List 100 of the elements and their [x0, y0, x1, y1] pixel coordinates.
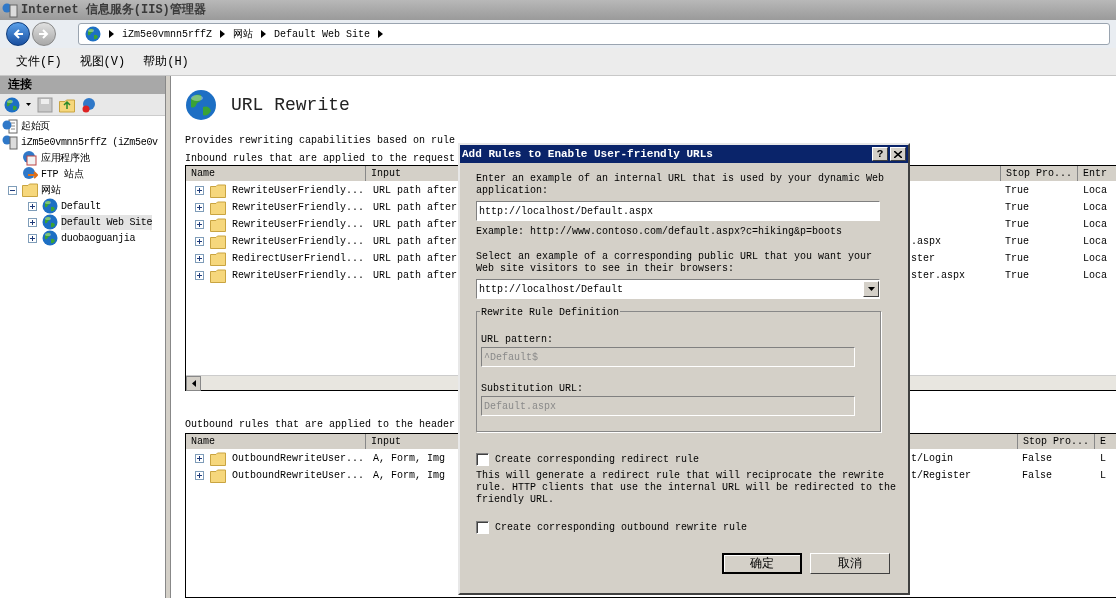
- breadcrumb[interactable]: Default Web Site: [274, 26, 371, 42]
- dialog-button[interactable]: 确定: [722, 553, 802, 574]
- column-header[interactable]: E: [1095, 434, 1106, 449]
- table-cell-text: ster.aspx: [911, 269, 965, 283]
- page-title: URL Rewrite: [231, 93, 350, 117]
- scroll-left-button[interactable]: [186, 376, 201, 391]
- table-cell-text: A, Form, Img: [372, 452, 446, 466]
- globe-icon: [185, 89, 217, 121]
- description-text: Provides rewriting capabilities based on rule: [185, 134, 456, 148]
- tree-item[interactable]: duobaoguanjia: [61, 230, 136, 246]
- table-cell-text: Loca: [1082, 201, 1107, 215]
- column-header[interactable]: Stop Pro...: [1000, 166, 1078, 181]
- chevron-right-icon: [109, 30, 114, 38]
- column-header[interactable]: Stop Pro...: [1017, 434, 1095, 449]
- table-cell-text: t/Login: [911, 452, 953, 466]
- menu-item[interactable]: 视图(V): [79, 52, 126, 71]
- menu-item[interactable]: 文件(F): [16, 52, 62, 71]
- table-cell-text: L: [1099, 469, 1106, 483]
- collapse-icon[interactable]: [8, 185, 17, 195]
- checkbox-label[interactable]: Create corresponding outbound rewrite rule: [495, 520, 748, 535]
- expand-icon[interactable]: [195, 271, 204, 280]
- table-cell-text: RewriteUserFriendly...: [232, 218, 365, 232]
- close-button[interactable]: [890, 147, 906, 161]
- table-cell-text: URL path after: [372, 252, 458, 266]
- table-cell-text: Loca: [1082, 184, 1107, 198]
- tree-item[interactable]: 起始页: [21, 118, 51, 134]
- tree-item[interactable]: Default Web Site: [61, 214, 153, 230]
- tree-item[interactable]: iZm5e0vmnn5rffZ (iZm5e0v: [21, 134, 158, 150]
- help-button[interactable]: ?: [872, 147, 888, 161]
- close-icon: [894, 150, 902, 158]
- caret-down-icon[interactable]: [26, 103, 31, 106]
- column-header[interactable]: Name: [186, 166, 366, 181]
- table-cell-text: URL path after: [372, 269, 458, 283]
- table-cell-text: URL path after: [372, 184, 458, 198]
- column-header[interactable]: Name: [186, 434, 366, 449]
- disconnect-icon[interactable]: [81, 96, 97, 113]
- globe-icon: [42, 230, 58, 246]
- table-cell-text: OutboundRewriteUser...: [232, 452, 365, 466]
- field-label: URL pattern:: [481, 333, 554, 347]
- section-caption: Outbound rules that are applied to the header: [185, 418, 456, 432]
- dialog-button[interactable]: 取消: [810, 553, 890, 574]
- table-cell-text: Loca: [1082, 252, 1107, 266]
- table-cell-text: .aspx: [911, 235, 941, 249]
- arrow-left-icon: [12, 28, 24, 40]
- field-label: Substitution URL:: [481, 382, 585, 396]
- table-cell-text: False: [1021, 452, 1053, 466]
- expand-icon[interactable]: [195, 220, 204, 229]
- table-cell-text: Loca: [1082, 218, 1107, 232]
- expand-icon[interactable]: [195, 454, 204, 463]
- table-cell-text: Loca: [1082, 235, 1107, 249]
- tree-item[interactable]: 应用程序池: [41, 150, 90, 166]
- expand-icon[interactable]: [195, 237, 204, 246]
- menu-item[interactable]: 帮助(H): [143, 52, 189, 71]
- expand-icon[interactable]: [28, 233, 37, 243]
- expand-icon[interactable]: [195, 471, 204, 480]
- expand-icon[interactable]: [28, 201, 37, 211]
- globe-icon: [42, 214, 58, 230]
- expand-icon[interactable]: [28, 217, 37, 227]
- public-url-dropdown[interactable]: http://localhost/Default: [476, 279, 880, 299]
- chevron-right-icon: [220, 30, 225, 38]
- column-header[interactable]: Entr: [1078, 166, 1107, 181]
- breadcrumb[interactable]: iZm5e0vmnn5rffZ: [122, 26, 212, 42]
- table-cell-text: URL path after: [372, 201, 458, 215]
- field-label: Enter an example of an internal URL that is used by your dynamic Web application:: [476, 173, 886, 197]
- folder-icon: [22, 183, 38, 197]
- dialog-title: Add Rules to Enable User-friendly URLs: [462, 146, 714, 162]
- checkbox[interactable]: [476, 521, 489, 534]
- field-label: Select an example of a corresponding public URL that you want your Web site visitors to see in their browsers:: [476, 251, 874, 275]
- tree-item[interactable]: Default: [61, 198, 101, 214]
- table-cell-text: ster: [911, 252, 935, 266]
- table-cell-text: True: [1004, 201, 1030, 215]
- connect-icon: [4, 96, 20, 113]
- server-icon: [2, 2, 18, 18]
- globe-icon: [85, 26, 101, 42]
- tree-item[interactable]: 网站: [41, 182, 61, 198]
- ftp-icon: [22, 166, 38, 182]
- table-cell-text: t/Register: [911, 469, 971, 483]
- option-description: This will generate a redirect rule that will reciprocate the rewrite rule. HTTP clients that use the internal URL will be redirected to the friendly URL.: [476, 470, 898, 506]
- column-header[interactable]: Input: [366, 434, 459, 449]
- back-button[interactable]: [6, 22, 30, 46]
- expand-icon[interactable]: [195, 254, 204, 263]
- table-cell-text: URL path after: [372, 235, 458, 249]
- tree-item[interactable]: FTP 站点: [41, 166, 84, 182]
- folder-up-icon[interactable]: [59, 96, 75, 113]
- column-header[interactable]: Input: [366, 166, 459, 181]
- expand-icon[interactable]: [195, 203, 204, 212]
- app-pool-icon: [22, 150, 38, 166]
- table-cell-text: URL path after: [372, 218, 458, 232]
- checkbox-label[interactable]: Create corresponding redirect rule: [495, 452, 700, 467]
- table-cell-text: Loca: [1082, 269, 1107, 283]
- panel-title: 连接: [8, 77, 32, 94]
- address-bar[interactable]: iZm5e0vmnn5rffZ 网站 Default Web Site: [78, 23, 1110, 45]
- expand-icon[interactable]: [195, 186, 204, 195]
- chevron-right-icon: [261, 30, 266, 38]
- table-cell-text: True: [1004, 184, 1030, 198]
- table-cell-text: RewriteUserFriendly...: [232, 201, 365, 215]
- checkbox[interactable]: [476, 453, 489, 466]
- breadcrumb[interactable]: 网站: [233, 26, 253, 42]
- table-cell-text: True: [1004, 269, 1030, 283]
- internal-url-field[interactable]: http://localhost/Default.aspx: [476, 201, 880, 221]
